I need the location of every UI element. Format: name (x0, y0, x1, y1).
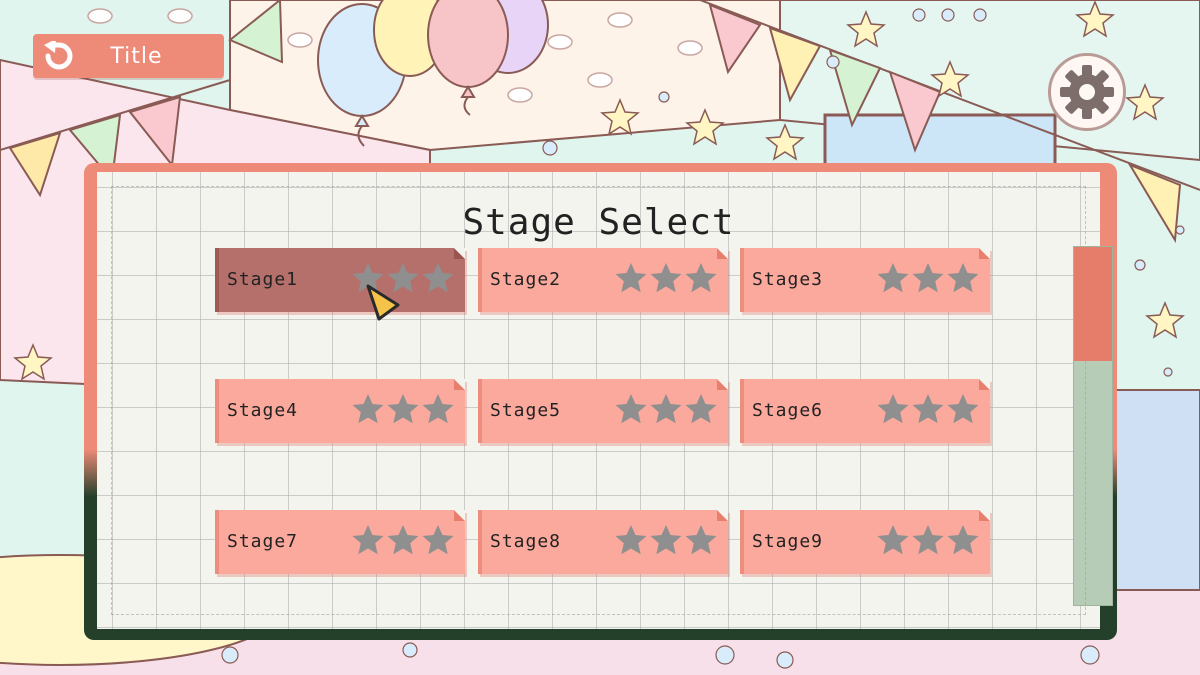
star-icon (877, 525, 909, 555)
star-icon (615, 525, 647, 555)
back-arrow-icon (37, 36, 77, 76)
scrollbar-thumb[interactable] (1074, 247, 1112, 361)
star-icon (877, 394, 909, 424)
stage-card[interactable]: Stage3 (740, 248, 990, 312)
star-icon (615, 394, 647, 424)
card-corner-fold (717, 248, 728, 259)
star-icon (650, 263, 682, 293)
star-icon (947, 394, 979, 424)
card-corner-fold (454, 248, 465, 259)
star-icon (947, 263, 979, 293)
stage-stars (351, 523, 455, 557)
stage-stars (614, 523, 718, 557)
stage-label: Stage9 (752, 531, 824, 552)
star-icon (615, 263, 647, 293)
star-icon (352, 394, 384, 424)
stage-card[interactable]: Stage9 (740, 510, 990, 574)
card-corner-fold (979, 248, 990, 259)
star-icon (912, 394, 944, 424)
stage-card[interactable]: Stage2 (478, 248, 728, 312)
stage-stars (876, 261, 980, 295)
card-corner-fold (979, 510, 990, 521)
stage-stars (876, 523, 980, 557)
stage-card[interactable]: Stage8 (478, 510, 728, 574)
stage-label: Stage2 (490, 269, 562, 290)
title-button-label: Title (110, 43, 163, 69)
star-icon (422, 394, 454, 424)
stage-label: Stage4 (227, 400, 299, 421)
stage-card[interactable]: Stage6 (740, 379, 990, 443)
star-icon (912, 263, 944, 293)
stage-label: Stage3 (752, 269, 824, 290)
panel-title: Stage Select (462, 202, 735, 243)
stage-label: Stage6 (752, 400, 824, 421)
settings-button[interactable] (1048, 53, 1126, 131)
card-corner-fold (717, 379, 728, 390)
stage-stars (614, 261, 718, 295)
star-icon (685, 525, 717, 555)
grid-paper: Stage Select Stage1 Stage2 Stage3 Stage4 Sta… (97, 172, 1113, 629)
card-corner-fold (454, 510, 465, 521)
star-icon (650, 394, 682, 424)
star-icon (422, 525, 454, 555)
gear-icon (1060, 65, 1114, 119)
star-icon (422, 263, 454, 293)
star-icon (947, 525, 979, 555)
stage-card[interactable]: Stage1 (215, 248, 465, 312)
pointer-cursor-icon (366, 284, 400, 321)
stage-stars (614, 392, 718, 426)
stage-select-panel: Stage Select Stage1 Stage2 Stage3 Stage4 Sta… (84, 163, 1117, 640)
star-icon (387, 525, 419, 555)
star-icon (650, 525, 682, 555)
stage-card[interactable]: Stage7 (215, 510, 465, 574)
stage-label: Stage5 (490, 400, 562, 421)
stage-stars (351, 392, 455, 426)
stage-card[interactable]: Stage4 (215, 379, 465, 443)
star-icon (685, 263, 717, 293)
card-corner-fold (979, 379, 990, 390)
card-corner-fold (717, 510, 728, 521)
scrollbar[interactable] (1073, 246, 1113, 606)
star-icon (387, 394, 419, 424)
star-icon (352, 525, 384, 555)
card-corner-fold (454, 379, 465, 390)
title-button[interactable]: Title (33, 34, 224, 78)
star-icon (912, 525, 944, 555)
star-icon (877, 263, 909, 293)
stage-label: Stage1 (227, 269, 299, 290)
stage-label: Stage8 (490, 531, 562, 552)
stage-stars (876, 392, 980, 426)
stage-card[interactable]: Stage5 (478, 379, 728, 443)
stage-label: Stage7 (227, 531, 299, 552)
star-icon (685, 394, 717, 424)
